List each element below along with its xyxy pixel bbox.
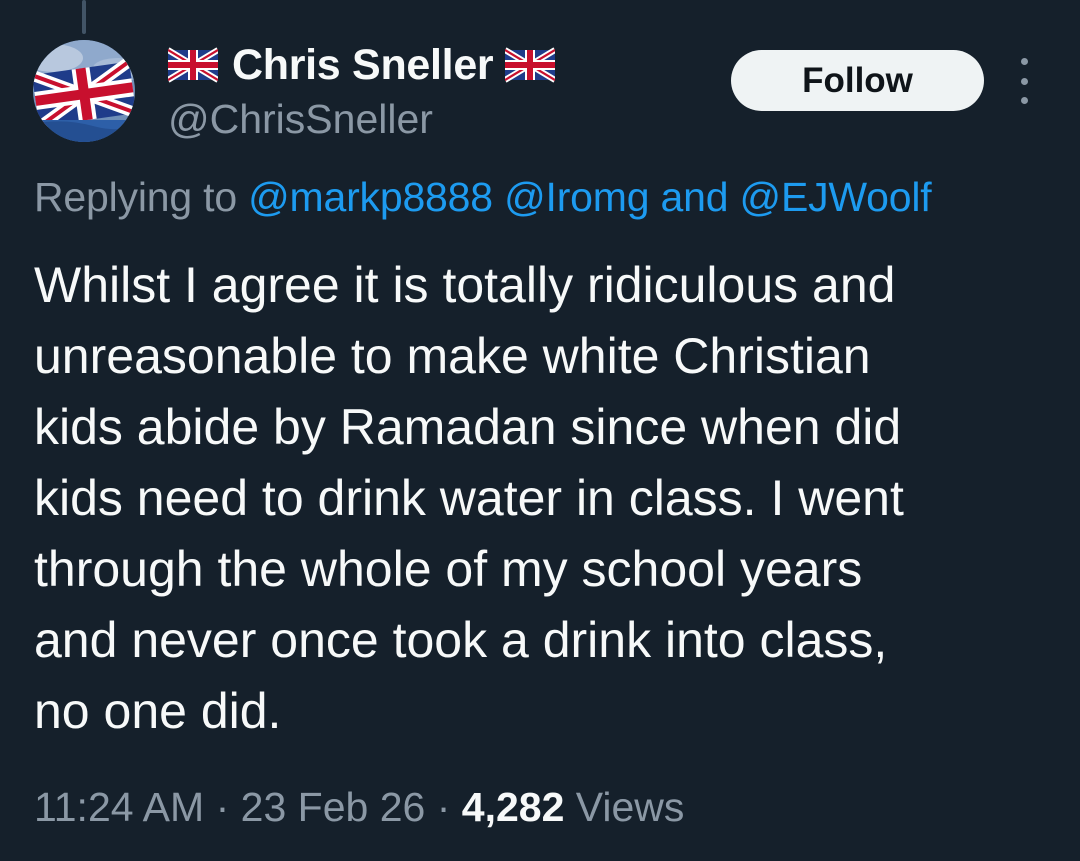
- tweet-metadata: 11:24 AM · 23 Feb 26 · 4,282 Views: [34, 784, 684, 831]
- union-jack-flag-avatar-icon: [33, 40, 135, 142]
- tweet-time[interactable]: 11:24 AM: [34, 784, 204, 830]
- reply-conjunction[interactable]: and: [661, 174, 729, 220]
- more-dot: [1020, 97, 1028, 104]
- replying-to-label: Replying to: [34, 174, 237, 220]
- author-display-name[interactable]: Chris Sneller: [232, 41, 494, 90]
- mention-link-markp8888[interactable]: @markp8888: [248, 174, 493, 220]
- more-dot: [1020, 77, 1028, 85]
- tweet-text-line: and never once took a drink into class,: [34, 612, 888, 668]
- author-name-row[interactable]: Chris Sneller: [168, 40, 556, 90]
- thread-connector-line: [82, 0, 86, 34]
- avatar[interactable]: [33, 40, 135, 142]
- meta-separator: ·: [215, 784, 230, 830]
- more-vertical-icon[interactable]: [1011, 58, 1037, 104]
- meta-separator: ·: [436, 784, 451, 830]
- tweet-header: Chris Sneller @ChrisSneller: [168, 40, 556, 143]
- uk-flag-icon: [168, 47, 218, 83]
- tweet-text-line: unreasonable to make white Christian: [34, 328, 871, 384]
- tweet-date[interactable]: 23 Feb 26: [241, 784, 426, 830]
- mention-link-iromg[interactable]: @Iromg: [504, 174, 649, 220]
- author-handle[interactable]: @ChrisSneller: [168, 96, 555, 143]
- tweet-text-line: kids abide by Ramadan since when did: [34, 399, 902, 455]
- tweet-text-line: Whilst I agree it is totally ridiculous …: [34, 257, 896, 313]
- tweet-body: Whilst I agree it is totally ridiculous …: [34, 250, 1044, 747]
- uk-flag-icon: [505, 47, 556, 83]
- tweet-text-line: no one did.: [34, 683, 282, 739]
- follow-button[interactable]: Follow: [731, 50, 984, 111]
- more-dot: [1020, 58, 1028, 65]
- views-count[interactable]: 4,282: [462, 784, 565, 830]
- views-label[interactable]: Views: [576, 784, 685, 830]
- mention-link-ejwoolf[interactable]: @EJWoolf: [740, 174, 932, 220]
- tweet-text-line: kids need to drink water in class. I wen…: [34, 470, 904, 526]
- replying-to-line: Replying to @markp8888 @Iromg and @EJWoo…: [34, 174, 932, 221]
- tweet-text-line: through the whole of my school years: [34, 541, 863, 597]
